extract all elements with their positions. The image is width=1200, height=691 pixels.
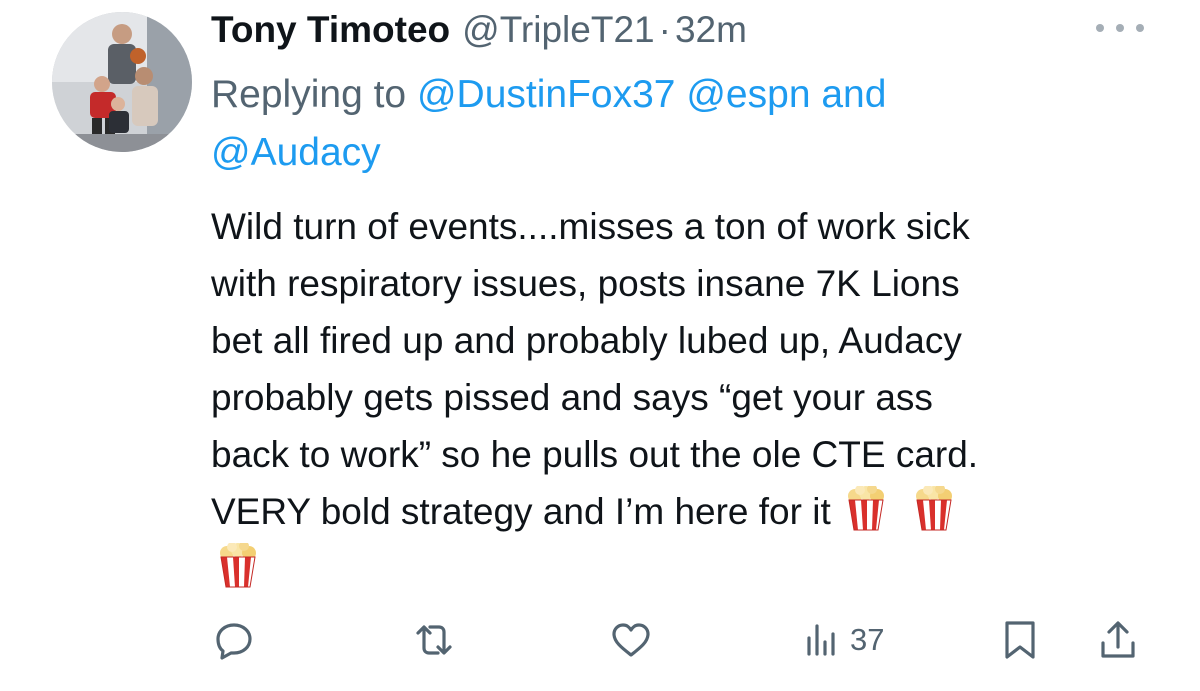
mention-link[interactable]: @espn — [686, 73, 810, 116]
tweet-text-line: bet all fired up and probably lubed up, … — [211, 320, 962, 361]
retweet-button[interactable] — [412, 610, 456, 670]
avatar-photo — [52, 12, 192, 152]
display-name[interactable]: Tony Timoteo — [211, 6, 450, 54]
tweet-text-fragment: VERY bold strategy and I’m here for it — [211, 491, 831, 532]
tweet-header: Tony Timoteo @TripleT21 · 32m — [211, 6, 747, 54]
reply-icon — [216, 623, 252, 660]
share-button[interactable] — [1098, 610, 1138, 670]
tweet-actions: 37 — [0, 610, 1200, 670]
replying-to: Replying to @DustinFox37 @espn and @Auda… — [211, 66, 1111, 182]
popcorn-icon — [220, 543, 256, 588]
heart-icon — [612, 623, 650, 657]
like-button[interactable] — [610, 610, 652, 670]
tweet-text-line-last: VERY bold strategy and I’m here for it — [211, 483, 1151, 540]
bookmark-button[interactable] — [1002, 610, 1038, 670]
retweet-icon — [416, 625, 452, 655]
tweet: Tony Timoteo @TripleT21 · 32m Replying t… — [0, 0, 1200, 691]
tweet-text: Wild turn of events....misses a ton of w… — [211, 198, 1151, 597]
share-icon — [1101, 621, 1135, 658]
user-handle[interactable]: @TripleT21 — [462, 6, 654, 54]
tweet-text-line: probably gets pissed and says “get your … — [211, 377, 933, 418]
tweet-text-line: Wild turn of events....misses a ton of w… — [211, 206, 970, 247]
views-count: 37 — [850, 622, 885, 657]
tweet-text-line: back to work” so he pulls out the ole CT… — [211, 434, 979, 475]
more-dot — [1096, 24, 1104, 32]
tweet-text-line: with respiratory issues, posts insane 7K… — [211, 263, 960, 304]
separator-dot: · — [658, 9, 671, 50]
reply-button[interactable] — [214, 610, 254, 670]
popcorn-icon — [915, 486, 952, 531]
timestamp[interactable]: 32m — [675, 6, 747, 54]
more-dot — [1116, 24, 1124, 32]
mention-link[interactable]: @DustinFox37 — [417, 73, 676, 116]
popcorn-icon — [847, 486, 884, 531]
avatar[interactable] — [52, 12, 192, 152]
bookmark-icon — [1005, 621, 1035, 659]
tweet-text-line-emoji — [211, 540, 1151, 597]
views-icon — [807, 624, 835, 656]
more-options-icon[interactable] — [1096, 20, 1144, 36]
mention-conjunction: and — [821, 73, 887, 116]
more-dot — [1136, 24, 1144, 32]
mention-link[interactable]: @Audacy — [211, 131, 381, 174]
replying-prefix: Replying to — [211, 73, 407, 116]
views-button[interactable]: 37 — [804, 610, 884, 670]
